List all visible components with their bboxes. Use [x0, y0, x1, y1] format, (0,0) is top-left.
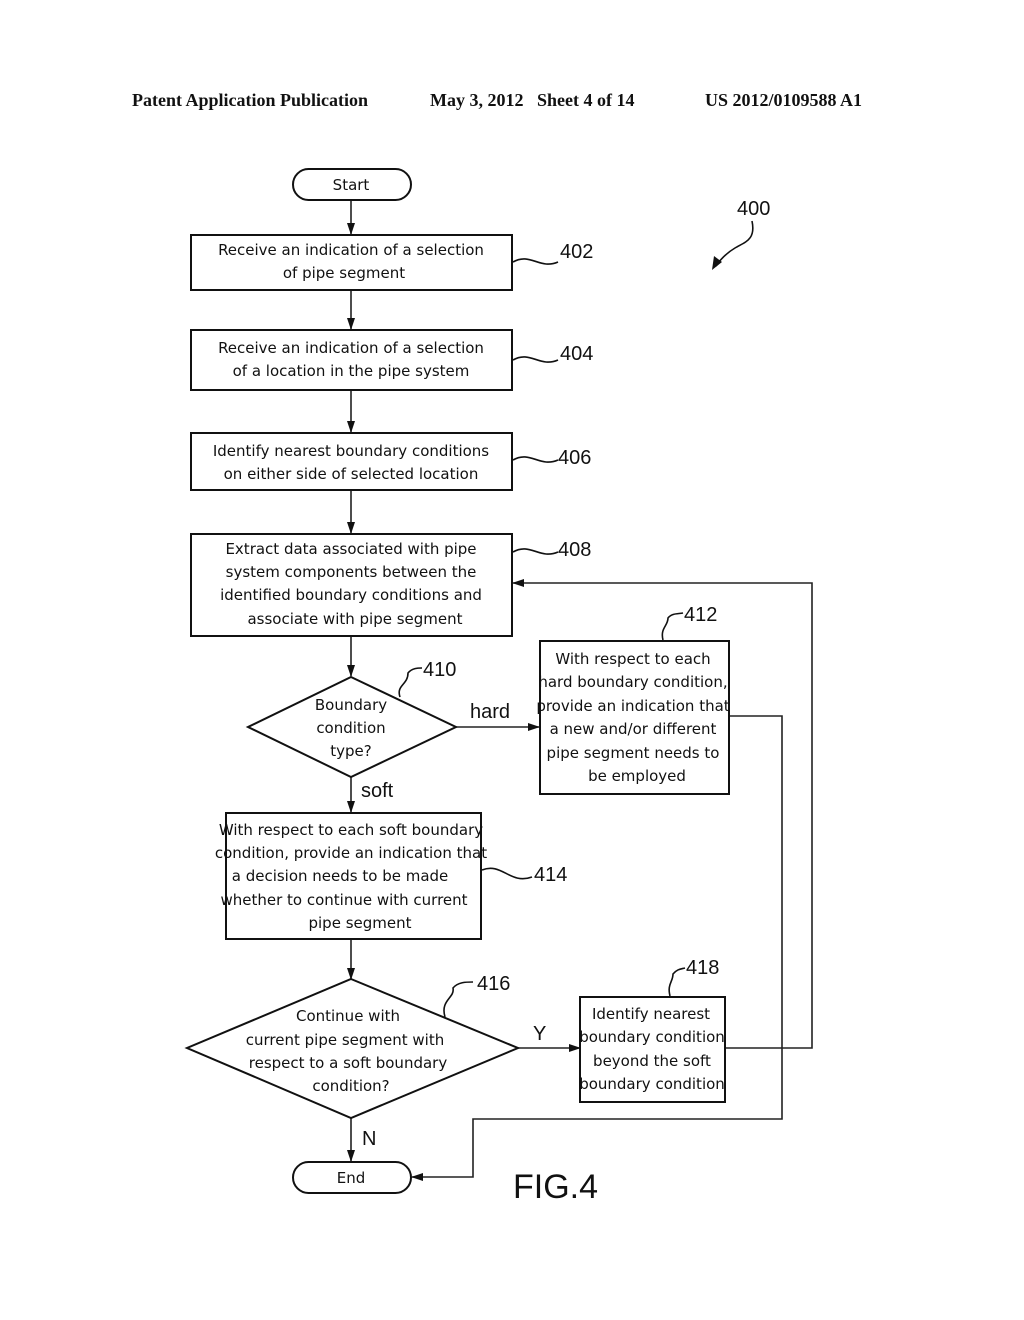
decision-416-line: Continue with — [296, 1007, 400, 1025]
process-412-line: a new and/or different — [550, 720, 717, 738]
ref-404: 404 — [560, 343, 593, 365]
ref-418: 418 — [686, 957, 719, 979]
process-414: With respect to each soft boundary condi… — [215, 812, 487, 940]
leader-402 — [512, 258, 559, 265]
process-418-line: boundary condition — [579, 1028, 725, 1046]
ref-402: 402 — [560, 241, 593, 263]
edge-label-hard: hard — [470, 701, 510, 723]
leader-416 — [443, 981, 474, 1018]
process-418: Identify nearest boundary condition beyo… — [579, 996, 726, 1103]
process-406-line: on either side of selected location — [224, 465, 479, 483]
process-414-line: a decision needs to be made — [232, 867, 449, 885]
start-label: Start — [333, 176, 370, 194]
process-402: Receive an indication of a selection of … — [190, 234, 513, 291]
edge-label-yes: Y — [533, 1023, 546, 1045]
process-404: Receive an indication of a selection of … — [190, 329, 513, 391]
process-418-line: boundary condition — [579, 1075, 725, 1093]
decision-410: Boundary condition type? — [245, 675, 459, 779]
leader-412 — [661, 612, 684, 641]
process-414-line: condition, provide an indication that — [215, 844, 487, 862]
leader-406 — [512, 456, 559, 463]
ref-412: 412 — [684, 604, 717, 626]
ref-416: 416 — [477, 973, 510, 995]
edge-label-soft: soft — [361, 780, 394, 802]
process-408-line: identified boundary conditions and — [220, 586, 482, 604]
leader-414 — [481, 867, 533, 880]
leader-408 — [512, 548, 559, 555]
process-418-line: Identify nearest — [592, 1005, 710, 1023]
process-408-line: associate with pipe segment — [247, 610, 462, 628]
decision-410-line: Boundary — [315, 696, 387, 714]
process-406-line: Identify nearest boundary conditions — [213, 442, 489, 460]
process-412-line: With respect to each — [555, 650, 710, 668]
process-412-line: pipe segment needs to — [547, 744, 720, 762]
ref-410: 410 — [423, 659, 456, 681]
leader-404 — [512, 356, 559, 363]
leader-410 — [398, 667, 423, 698]
process-414-line: whether to continue with current — [220, 891, 467, 909]
process-406: Identify nearest boundary conditions on … — [190, 432, 513, 491]
process-408: Extract data associated with pipe system… — [190, 533, 513, 637]
decision-416: Continue with current pipe segment with … — [184, 977, 521, 1120]
figure-label: FIG.4 — [513, 1168, 598, 1206]
process-418-line: beyond the soft — [593, 1052, 711, 1070]
decision-410-line: condition — [316, 719, 385, 737]
process-414-line: With respect to each soft boundary — [219, 821, 483, 839]
process-412-line: be employed — [588, 767, 686, 785]
ref-414: 414 — [534, 864, 567, 886]
process-408-line: system components between the — [226, 563, 477, 581]
decision-416-line: condition? — [312, 1077, 389, 1095]
arrow-400-icon — [712, 256, 722, 270]
leader-400 — [715, 220, 754, 267]
process-414-line: pipe segment — [308, 914, 411, 932]
end-terminator: End — [292, 1161, 412, 1194]
ref-400: 400 — [737, 198, 770, 220]
leader-418 — [668, 967, 686, 997]
start-terminator: Start — [292, 168, 412, 201]
flowchart: Start Receive an indication of a selecti… — [184, 168, 813, 1206]
process-412-line: hard boundary condition, — [538, 673, 727, 691]
process-412-line: provide an indication that — [536, 697, 729, 715]
ref-408: 408 — [558, 539, 591, 561]
ref-406: 406 — [558, 447, 591, 469]
decision-416-line: current pipe segment with — [246, 1031, 444, 1049]
edge-label-no: N — [362, 1128, 376, 1150]
process-402-line: Receive an indication of a selection — [218, 241, 484, 259]
end-label: End — [337, 1169, 366, 1187]
process-402-line: of pipe segment — [283, 264, 405, 282]
decision-416-line: respect to a soft boundary — [249, 1054, 448, 1072]
process-404-line: Receive an indication of a selection — [218, 339, 484, 357]
process-408-line: Extract data associated with pipe — [225, 540, 476, 558]
process-404-line: of a location in the pipe system — [233, 362, 470, 380]
decision-410-line: type? — [330, 742, 371, 760]
process-412: With respect to each hard boundary condi… — [536, 640, 730, 795]
